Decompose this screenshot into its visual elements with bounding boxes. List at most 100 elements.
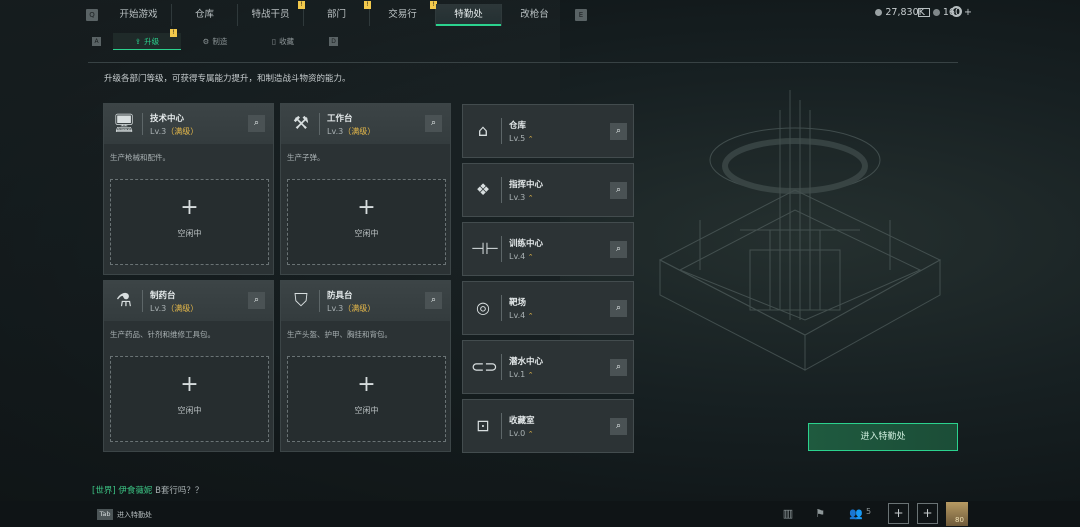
facility-card-warehouse[interactable]: ⌂ 仓库 Lv.5 ⌃ ⌕ [462,104,634,158]
subtab-upgrade[interactable]: ⇪ 升级! [113,29,181,50]
divider [501,177,502,203]
search-icon[interactable]: ⌕ [610,123,627,140]
tab-department[interactable]: 部门! [304,1,371,26]
facility-level: Lv.0 ⌃ [509,429,534,438]
production-slot[interactable]: + 空闲中 [287,356,446,442]
facility-name: 训练中心 [509,239,544,249]
card-level: Lv.3（满级） [327,303,375,314]
facility-card-shooting-range[interactable]: ◎ 靶场 Lv.4 ⌃ ⌕ [462,281,634,335]
facility-card-training-center[interactable]: ⊣⊢ 训练中心 Lv.4 ⌃ ⌕ [462,222,634,276]
upgrade-arrow-icon: ⌃ [527,135,534,143]
workshop-card-pharmacy[interactable]: ⚗ 制药台 Lv.3（满级） ⌕ 生产药品、针剂和维修工具包。 + 空闲中 [103,280,274,452]
divider [88,62,958,63]
card-level: Lv.3（满级） [150,303,198,314]
divider [501,413,502,439]
card-description: 生产药品、针剂和维修工具包。 [110,330,215,339]
card-header: 🖥 技术中心 Lv.3（满级） ⌕ [104,104,273,144]
facility-name: 仓库 [509,121,527,131]
subnav-right-key[interactable]: D [329,37,338,46]
command-icon: ❖ [475,180,491,199]
search-icon[interactable]: ⌕ [425,115,442,132]
tab-hint-label: 进入特勤处 [117,511,152,519]
search-icon[interactable]: ⌕ [610,182,627,199]
plus-icon: + [357,195,376,220]
facility-name: 收藏室 [509,416,535,426]
gear-icon[interactable] [951,6,962,17]
search-icon[interactable]: ⌕ [610,300,627,317]
armor-icon: ⛉ [294,290,308,311]
card-description: 生产头盔、护甲、胸挂和背包。 [287,330,392,339]
page-description: 升级各部门等级，可获得专属能力提升，和制造战斗物资的能力。 [104,74,351,84]
tools-icon: ⚒ [292,113,310,134]
divider [142,113,143,135]
facility-card-collection-room[interactable]: ⊡ 收藏室 Lv.0 ⌃ ⌕ [462,399,634,453]
subtab-collect[interactable]: ▯ 收藏 [249,34,317,50]
search-icon[interactable]: ⌕ [248,292,265,309]
subtab-label: 制造 [212,37,228,46]
production-slot[interactable]: + 空闲中 [110,356,269,442]
divider [142,290,143,312]
ticket-icon [932,9,940,16]
search-icon[interactable]: ⌕ [610,359,627,376]
subtab-craft[interactable]: ⚙ 制造 [181,34,249,50]
level-value: Lv.1 [509,370,526,379]
add-party-button[interactable]: + [917,503,938,524]
tab-warehouse[interactable]: 仓库 [172,4,237,26]
upgrade-arrow-icon: ⌃ [527,194,534,202]
chat-user: 伊食薇妮 [118,486,153,496]
search-icon[interactable]: ⌕ [248,115,265,132]
workshop-card-armor[interactable]: ⛉ 防具台 Lv.3（满级） ⌕ 生产头盔、护甲、胸挂和背包。 + 空闲中 [280,280,451,452]
subnav-left-key[interactable]: A [92,37,101,46]
tab-start-game[interactable]: 开始游戏 [106,4,171,26]
player-level: 80 [955,516,964,524]
divider [319,113,320,135]
nav-right-key[interactable]: E [575,9,587,21]
chat-message[interactable]: [世界] 伊食薇妮 B套行吗？？ [92,484,203,496]
tab-key[interactable]: Tab [97,509,113,520]
slot-status: 空闲中 [354,229,379,238]
flag-icon[interactable]: ⚑ [810,505,830,523]
workshop-card-workbench[interactable]: ⚒ 工作台 Lv.3（满级） ⌕ 生产子弹。 + 空闲中 [280,103,451,275]
production-slot[interactable]: + 空闲中 [287,179,446,265]
friends-icon[interactable]: 👥 [846,505,866,523]
search-icon[interactable]: ⌕ [425,292,442,309]
facility-level: Lv.3 ⌃ [509,193,534,202]
tab-label: 改枪台 [520,9,549,20]
card-title: 工作台 [327,114,353,124]
card-header: ⚗ 制药台 Lv.3（满级） ⌕ [104,281,273,321]
dumbbell-icon: ⊣⊢ [471,239,499,258]
level-value: Lv.3 [327,127,344,136]
facility-card-command-center[interactable]: ❖ 指挥中心 Lv.3 ⌃ ⌕ [462,163,634,217]
goggles-icon: ⊂⊃ [471,357,498,376]
microscope-icon: ⚗ [115,290,133,311]
coin-icon [875,9,883,16]
facility-card-diving-center[interactable]: ⊂⊃ 潜水中心 Lv.1 ⌃ ⌕ [462,340,634,394]
upgrade-arrow-icon: ⌃ [527,371,534,379]
craft-icon: ⚙ [202,37,210,46]
stats-icon[interactable]: ▥ [778,505,798,523]
add-friend-button[interactable]: + [888,503,909,524]
mail-icon[interactable] [918,8,930,17]
tab-special-ops[interactable]: 特勤处 [436,4,501,26]
divider [501,236,502,262]
slot-status: 空闲中 [177,406,202,415]
collect-icon: ▯ [271,37,277,46]
level-value: Lv.5 [509,134,526,143]
sub-nav: A ⇪ 升级! ⚙ 制造 ▯ 收藏 D [92,29,338,50]
tab-gunsmith[interactable]: 改枪台 [502,4,567,26]
search-icon[interactable]: ⌕ [610,241,627,258]
tab-operators[interactable]: 特战干员! [238,1,305,26]
card-level: Lv.3（满级） [150,126,198,137]
nav-left-key[interactable]: Q [86,9,98,21]
level-value: Lv.4 [509,252,526,261]
workshop-card-tech-center[interactable]: 🖥 技术中心 Lv.3（满级） ⌕ 生产枪械和配件。 + 空闲中 [103,103,274,275]
production-slot[interactable]: + 空闲中 [110,179,269,265]
card-description: 生产子弹。 [287,153,325,162]
search-icon[interactable]: ⌕ [610,418,627,435]
divider [501,354,502,380]
tab-trading[interactable]: 交易行! [370,1,437,26]
card-title: 技术中心 [150,114,185,124]
enter-special-ops-button[interactable]: 进入特勤处 [808,423,958,451]
tab-label: 交易行 [388,9,417,20]
level-value: Lv.3 [327,304,344,313]
